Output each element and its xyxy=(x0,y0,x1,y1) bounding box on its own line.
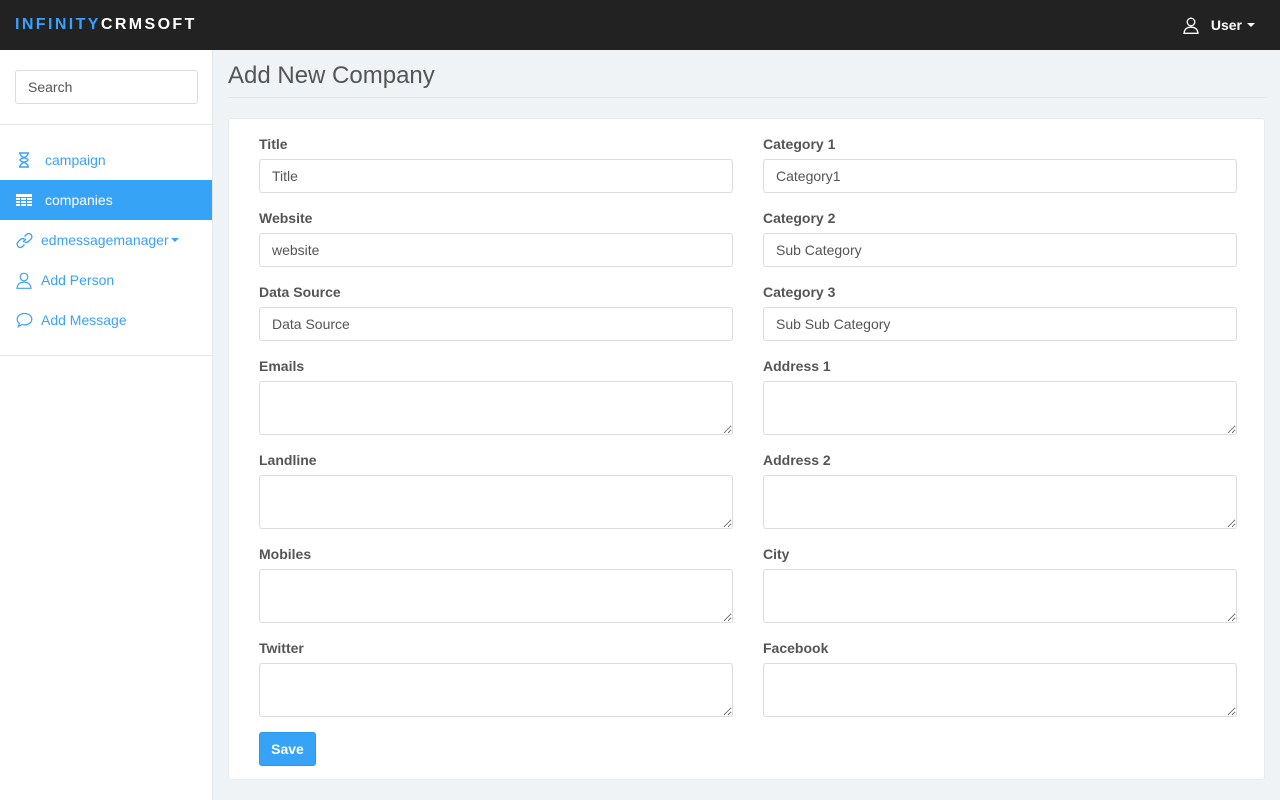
user-icon xyxy=(15,272,33,289)
city-textarea[interactable] xyxy=(763,569,1237,623)
user-menu[interactable]: User xyxy=(1183,17,1255,34)
save-button[interactable]: Save xyxy=(259,732,316,766)
main-content: Add New Company Title Website Data Sourc… xyxy=(214,50,1280,800)
facebook-textarea[interactable] xyxy=(763,663,1237,717)
field-twitter: Twitter xyxy=(259,639,733,717)
hourglass-icon xyxy=(15,152,33,168)
form-column-right: Category 1 Category 2 Category 3 Address… xyxy=(763,135,1237,733)
brand-logo[interactable]: INFINITYCRMSOFT xyxy=(15,16,197,34)
field-label: Website xyxy=(259,210,313,226)
landline-textarea[interactable] xyxy=(259,475,733,529)
field-category-1: Category 1 xyxy=(763,135,1237,209)
field-label: Category 2 xyxy=(763,210,836,226)
speech-bubble-icon xyxy=(15,312,33,328)
field-label: Title xyxy=(259,136,288,152)
sidebar-item-companies[interactable]: companies xyxy=(0,180,212,220)
field-label: Category 1 xyxy=(763,136,836,152)
field-label: Data Source xyxy=(259,284,341,300)
field-label: Emails xyxy=(259,358,305,374)
search-input[interactable] xyxy=(15,70,198,104)
mobiles-textarea[interactable] xyxy=(259,569,733,623)
sidebar-nav: campaign companies edmessagemanager Add … xyxy=(0,125,212,356)
field-label: Category 3 xyxy=(763,284,836,300)
chevron-down-icon xyxy=(1247,23,1255,27)
field-website: Website xyxy=(259,209,733,283)
field-label: Twitter xyxy=(259,640,304,656)
title-divider xyxy=(228,97,1266,98)
sidebar-item-campaign[interactable]: campaign xyxy=(0,140,212,180)
title-input[interactable] xyxy=(259,159,733,193)
sidebar-item-label: Add Message xyxy=(41,312,127,328)
emails-textarea[interactable] xyxy=(259,381,733,435)
page-title: Add New Company xyxy=(228,62,435,89)
chevron-down-icon xyxy=(170,238,179,242)
field-facebook: Facebook xyxy=(763,639,1237,717)
sidebar-item-add-message[interactable]: Add Message xyxy=(0,300,212,340)
user-menu-label: User xyxy=(1210,17,1242,33)
field-title: Title xyxy=(259,135,733,209)
twitter-textarea[interactable] xyxy=(259,663,733,717)
sidebar: campaign companies edmessag xyxy=(0,50,213,800)
field-label: Landline xyxy=(259,452,317,468)
field-address-1: Address 1 xyxy=(763,357,1237,435)
add-company-form: Title Website Data Source Emails Landlin… xyxy=(228,118,1265,780)
table-icon xyxy=(15,193,33,207)
field-data-source: Data Source xyxy=(259,283,733,357)
field-city: City xyxy=(763,545,1237,623)
field-category-3: Category 3 xyxy=(763,283,1237,357)
sidebar-search-wrap xyxy=(0,50,212,125)
brand-part-2: CRMSOFT xyxy=(100,16,197,33)
sidebar-item-label: campaign xyxy=(45,152,106,168)
website-input[interactable] xyxy=(259,233,733,267)
address-2-textarea[interactable] xyxy=(763,475,1237,529)
field-label: City xyxy=(763,546,790,562)
field-landline: Landline xyxy=(259,451,733,529)
address-1-textarea[interactable] xyxy=(763,381,1237,435)
field-label: Address 2 xyxy=(763,452,831,468)
link-icon xyxy=(15,232,33,249)
sidebar-item-edmessagemanager[interactable]: edmessagemanager xyxy=(0,220,212,260)
sidebar-item-label: companies xyxy=(45,192,113,208)
user-icon xyxy=(1183,17,1199,34)
field-address-2: Address 2 xyxy=(763,451,1237,529)
category-3-input[interactable] xyxy=(763,307,1237,341)
field-mobiles: Mobiles xyxy=(259,545,733,623)
category-2-input[interactable] xyxy=(763,233,1237,267)
brand-part-1: INFINITY xyxy=(15,16,101,33)
field-emails: Emails xyxy=(259,357,733,435)
category-1-input[interactable] xyxy=(763,159,1237,193)
sidebar-item-label: edmessagemanager xyxy=(41,232,169,248)
field-label: Address 1 xyxy=(763,358,831,374)
field-label: Mobiles xyxy=(259,546,312,562)
sidebar-item-label: Add Person xyxy=(41,272,115,288)
sidebar-item-add-person[interactable]: Add Person xyxy=(0,260,212,300)
field-category-2: Category 2 xyxy=(763,209,1237,283)
field-label: Facebook xyxy=(763,640,829,656)
top-navbar: INFINITYCRMSOFT User xyxy=(0,0,1280,50)
data-source-input[interactable] xyxy=(259,307,733,341)
form-column-left: Title Website Data Source Emails Landlin… xyxy=(259,135,733,733)
